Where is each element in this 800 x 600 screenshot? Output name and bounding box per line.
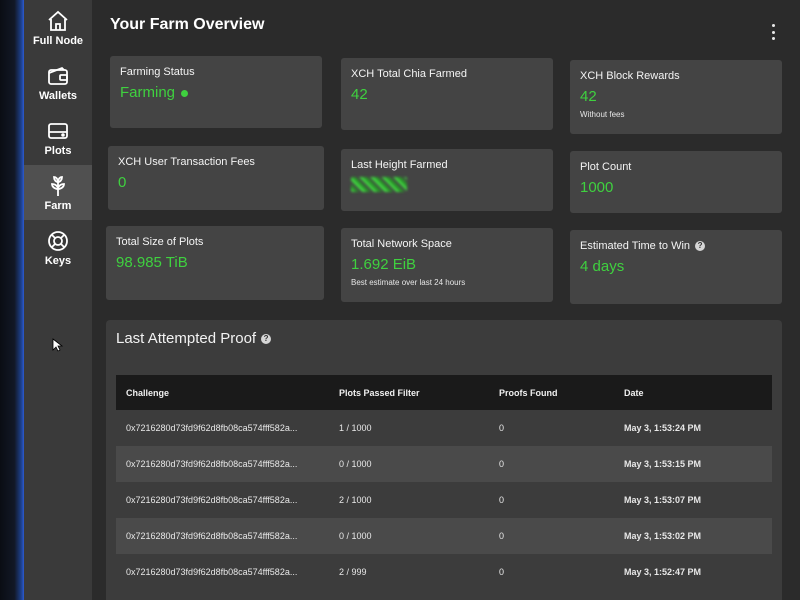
cell-plots-passed: 0 / 1000 bbox=[339, 531, 372, 541]
home-icon bbox=[48, 10, 68, 31]
card-value: Farming bbox=[120, 84, 312, 101]
table-row[interactable]: 0x7216280d73fd9f62d8fb08ca574fff582a... … bbox=[116, 518, 772, 554]
cell-proofs-found: 0 bbox=[499, 423, 505, 433]
sidebar-item-plots[interactable]: Plots bbox=[24, 110, 92, 165]
column-header-challenge: Challenge bbox=[126, 387, 170, 398]
sidebar-item-farm[interactable]: Farm bbox=[24, 165, 92, 220]
proof-table: Challenge Plots Passed Filter Proofs Fou… bbox=[116, 375, 772, 590]
monitor-bezel bbox=[0, 0, 24, 600]
sprout-icon bbox=[51, 175, 65, 196]
sidebar-item-label: Farm bbox=[44, 199, 72, 212]
card-value: 98.985 TiB bbox=[116, 254, 188, 271]
cell-plots-passed: 2 / 999 bbox=[339, 567, 367, 577]
cell-proofs-found: 0 bbox=[499, 567, 505, 577]
sidebar-item-label: Wallets bbox=[38, 89, 78, 102]
sidebar-item-full-node[interactable]: Full Node bbox=[24, 0, 92, 55]
last-attempted-proof-panel: Last Attempted Proof? Challenge Plots Pa… bbox=[106, 320, 782, 600]
cell-challenge: 0x7216280d73fd9f62d8fb08ca574fff582a... bbox=[126, 531, 298, 541]
sidebar-item-keys[interactable]: Keys bbox=[24, 220, 92, 275]
cell-proofs-found: 0 bbox=[499, 495, 505, 505]
help-icon[interactable]: ? bbox=[261, 334, 272, 345]
sidebar: Full Node Wallets Plots Farm Keys bbox=[24, 0, 92, 600]
card-label: Last Height Farmed bbox=[351, 159, 448, 171]
cell-plots-passed: 2 / 1000 bbox=[339, 495, 372, 505]
card-label: Farming Status bbox=[120, 66, 195, 78]
status-dot-icon bbox=[181, 89, 189, 97]
cell-challenge: 0x7216280d73fd9f62d8fb08ca574fff582a... bbox=[126, 459, 298, 469]
cell-plots-passed: 1 / 1000 bbox=[339, 423, 372, 433]
cell-challenge: 0x7216280d73fd9f62d8fb08ca574fff582a... bbox=[126, 423, 298, 433]
farming-status-card: Farming Status Farming bbox=[110, 56, 322, 128]
card-value bbox=[351, 177, 543, 196]
table-header: Challenge Plots Passed Filter Proofs Fou… bbox=[116, 375, 772, 410]
sidebar-item-label: Keys bbox=[44, 254, 72, 267]
table-row[interactable]: 0x7216280d73fd9f62d8fb08ca574fff582a... … bbox=[116, 446, 772, 482]
main-content: Your Farm Overview Farming Status Farmin… bbox=[92, 0, 800, 600]
cell-proofs-found: 0 bbox=[499, 531, 505, 541]
table-row[interactable]: 0x7216280d73fd9f62d8fb08ca574fff582a... … bbox=[116, 482, 772, 518]
card-label: Estimated Time to Win? bbox=[580, 240, 772, 252]
cell-challenge: 0x7216280d73fd9f62d8fb08ca574fff582a... bbox=[126, 567, 298, 577]
card-value: 42 bbox=[351, 86, 368, 103]
card-value: 1000 bbox=[580, 179, 614, 196]
column-header-proofs-found: Proofs Found bbox=[499, 387, 558, 398]
user-tx-fees-card: XCH User Transaction Fees 0 bbox=[108, 146, 324, 210]
total-size-card: Total Size of Plots 98.985 TiB bbox=[106, 226, 324, 300]
section-title: Last Attempted Proof? bbox=[116, 330, 272, 347]
card-value: 1.692 EiB bbox=[351, 256, 417, 273]
cell-proofs-found: 0 bbox=[499, 459, 505, 469]
cell-date: May 3, 1:53:24 PM bbox=[624, 423, 702, 433]
sidebar-item-wallets[interactable]: Wallets bbox=[24, 55, 92, 110]
help-icon[interactable]: ? bbox=[695, 241, 706, 252]
cell-date: May 3, 1:53:02 PM bbox=[624, 531, 702, 541]
more-options-icon[interactable] bbox=[770, 24, 776, 40]
lifebuoy-icon bbox=[48, 230, 68, 251]
cell-challenge: 0x7216280d73fd9f62d8fb08ca574fff582a... bbox=[126, 495, 298, 505]
card-value: 4 days bbox=[580, 258, 625, 275]
sidebar-item-label: Full Node bbox=[32, 34, 84, 47]
card-subtext: Without fees bbox=[580, 110, 625, 119]
card-label: Total Size of Plots bbox=[116, 236, 204, 248]
redacted-value bbox=[351, 177, 407, 192]
sidebar-item-label: Plots bbox=[44, 144, 72, 157]
column-header-date: Date bbox=[624, 387, 644, 398]
card-label: XCH Total Chia Farmed bbox=[351, 68, 467, 80]
network-space-card: Total Network Space 1.692 EiB Best estim… bbox=[341, 228, 553, 302]
wallet-icon bbox=[48, 66, 68, 85]
card-label: Total Network Space bbox=[351, 238, 452, 250]
cell-date: May 3, 1:53:15 PM bbox=[624, 459, 702, 469]
column-header-plots-passed: Plots Passed Filter bbox=[339, 387, 420, 398]
card-subtext: Best estimate over last 24 hours bbox=[351, 278, 466, 287]
last-height-farmed-card: Last Height Farmed bbox=[341, 149, 553, 211]
cell-date: May 3, 1:53:07 PM bbox=[624, 495, 702, 505]
card-value: 0 bbox=[118, 174, 127, 191]
card-label: XCH Block Rewards bbox=[580, 70, 680, 82]
card-value: 42 bbox=[580, 88, 597, 105]
cell-date: May 3, 1:52:47 PM bbox=[624, 567, 702, 577]
cell-plots-passed: 0 / 1000 bbox=[339, 459, 372, 469]
block-rewards-card: XCH Block Rewards 42 Without fees bbox=[570, 60, 782, 134]
plot-count-card: Plot Count 1000 bbox=[570, 151, 782, 213]
hard-drive-icon bbox=[48, 122, 68, 139]
table-row[interactable]: 0x7216280d73fd9f62d8fb08ca574fff582a... … bbox=[116, 410, 772, 446]
total-chia-farmed-card: XCH Total Chia Farmed 42 bbox=[341, 58, 553, 130]
card-label: Plot Count bbox=[580, 161, 632, 173]
mouse-cursor-icon bbox=[52, 338, 64, 352]
time-to-win-card: Estimated Time to Win? 4 days bbox=[570, 230, 782, 304]
page-title: Your Farm Overview bbox=[110, 16, 265, 33]
card-label: XCH User Transaction Fees bbox=[118, 156, 255, 168]
table-row[interactable]: 0x7216280d73fd9f62d8fb08ca574fff582a... … bbox=[116, 554, 772, 590]
